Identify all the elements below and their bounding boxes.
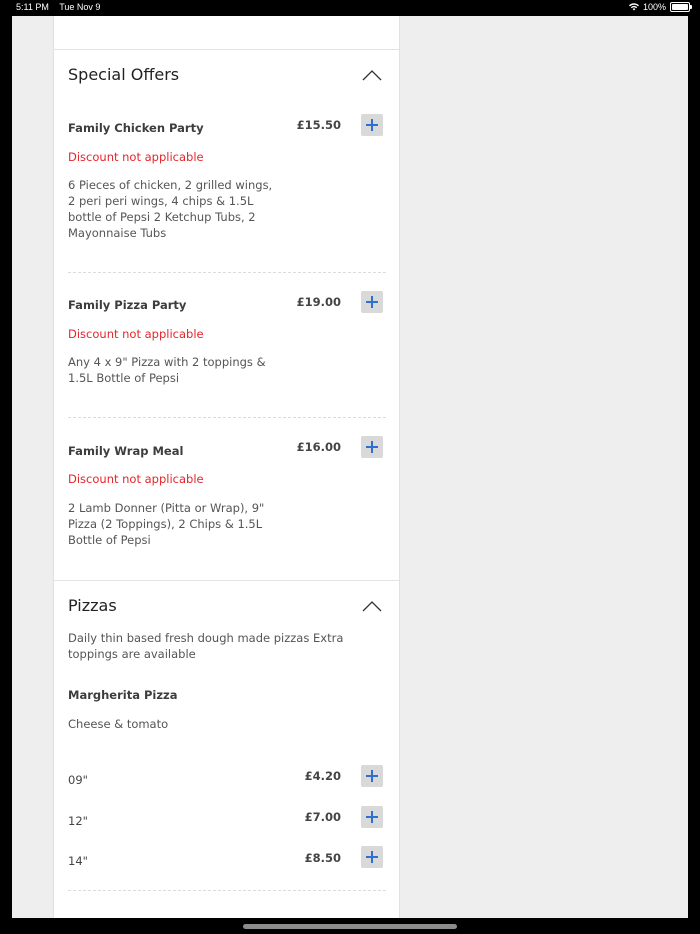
item-name-family-wrap-meal: Family Wrap Meal [68, 444, 184, 458]
plus-icon [366, 811, 378, 823]
item-price: £16.00 [296, 440, 341, 454]
size-price: £7.00 [304, 810, 341, 824]
add-button[interactable] [361, 765, 383, 787]
add-button[interactable] [361, 806, 383, 828]
item-name-family-chicken-party: Family Chicken Party [68, 121, 204, 135]
size-price: £8.50 [304, 851, 341, 865]
item-description: 6 Pieces of chicken, 2 grilled wings, 2 … [68, 178, 273, 240]
size-label: 12" [68, 814, 88, 828]
size-label: 09" [68, 773, 88, 787]
discount-notice: Discount not applicable [68, 150, 204, 164]
divider [54, 49, 399, 50]
size-label: 14" [68, 854, 88, 868]
item-description: Cheese & tomato [68, 717, 169, 731]
plus-icon [366, 851, 378, 863]
discount-notice: Discount not applicable [68, 327, 204, 341]
chevron-up-icon[interactable] [362, 600, 382, 612]
item-description: Any 4 x 9" Pizza with 2 toppings & 1.5L … [68, 355, 266, 385]
status-date: Tue Nov 9 [59, 2, 101, 12]
plus-icon [366, 770, 378, 782]
battery-icon [670, 2, 692, 12]
add-button[interactable] [361, 291, 383, 313]
menu-panel[interactable]: Special Offers Family Chicken Party £15.… [53, 16, 400, 918]
item-price: £19.00 [296, 295, 341, 309]
add-button[interactable] [361, 114, 383, 136]
item-divider [68, 272, 386, 273]
section-title-special-offers: Special Offers [68, 65, 180, 84]
discount-notice: Discount not applicable [68, 472, 204, 486]
item-description: 2 Lamb Donner (Pitta or Wrap), 9" Pizza … [68, 501, 265, 547]
chevron-up-icon[interactable] [362, 69, 382, 81]
wifi-icon [628, 3, 639, 11]
home-indicator[interactable] [243, 924, 457, 929]
app-screen: Special Offers Family Chicken Party £15.… [12, 16, 688, 918]
plus-icon [366, 441, 378, 453]
item-divider [68, 417, 386, 418]
section-title-pizzas: Pizzas [68, 596, 117, 615]
status-bar: 5:11 PM Tue Nov 9 100% [0, 0, 700, 16]
add-button[interactable] [361, 436, 383, 458]
item-name-margherita-pizza: Margherita Pizza [68, 688, 178, 702]
size-price: £4.20 [304, 769, 341, 783]
plus-icon [366, 119, 378, 131]
battery-percent: 100% [642, 2, 666, 12]
item-price: £15.50 [296, 118, 341, 132]
plus-icon [366, 296, 378, 308]
item-name-family-pizza-party: Family Pizza Party [68, 298, 187, 312]
add-button[interactable] [361, 846, 383, 868]
section-description: Daily thin based fresh dough made pizzas… [68, 631, 344, 661]
item-divider [68, 890, 386, 891]
status-time: 5:11 PM [16, 2, 49, 12]
section-divider [54, 580, 399, 581]
